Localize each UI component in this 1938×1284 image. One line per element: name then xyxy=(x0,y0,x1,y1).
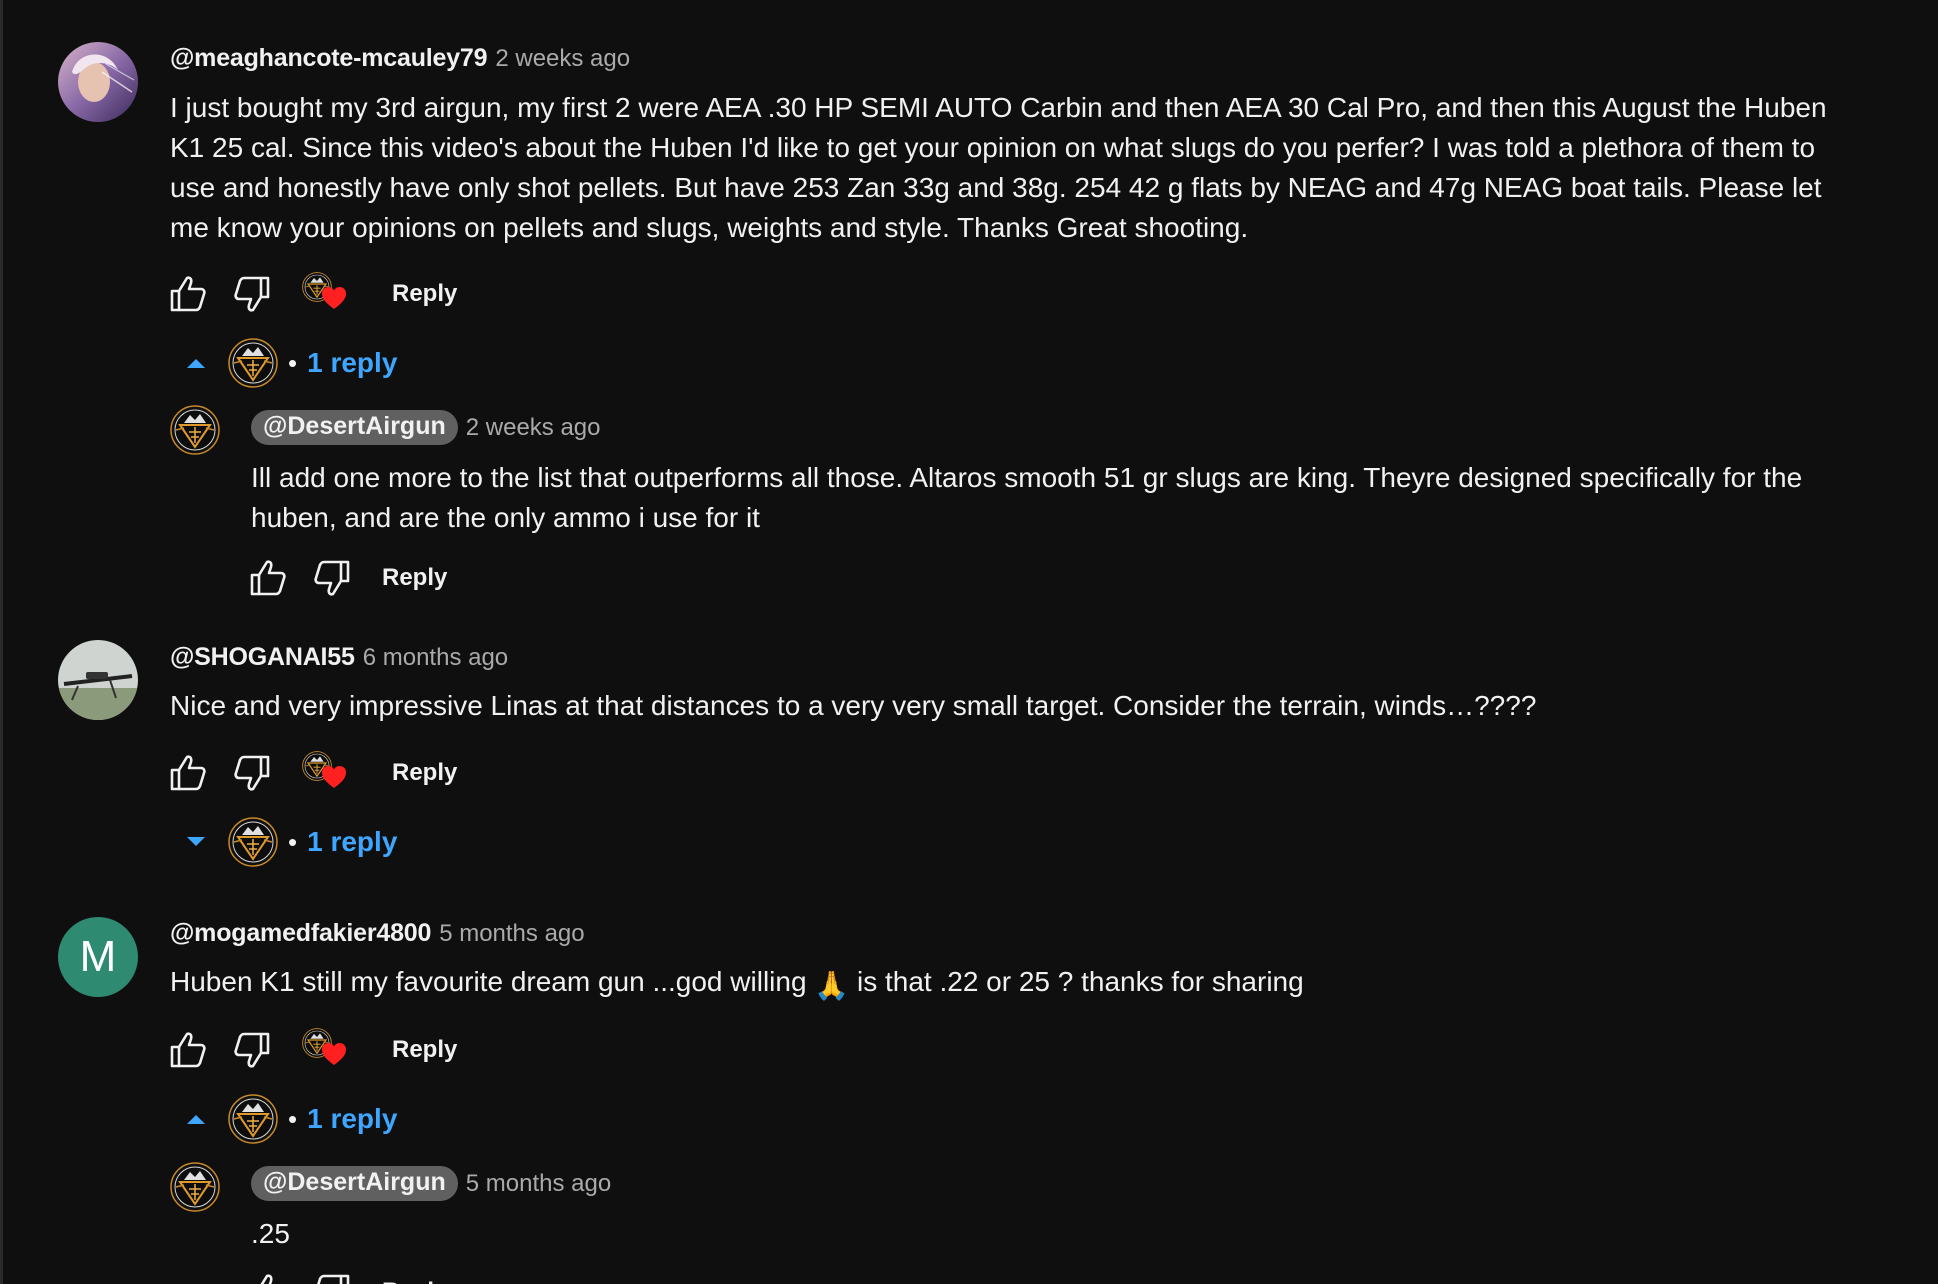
replies-toggle[interactable]: • 1 reply xyxy=(182,338,397,388)
comment-text: I just bought my 3rd airgun, my first 2 … xyxy=(170,92,1827,243)
comment-meta: @SHOGANAI55 6 months ago xyxy=(170,643,508,672)
creator-heart xyxy=(302,751,350,795)
thumbs-up-icon[interactable] xyxy=(168,1030,208,1070)
reply-meta: @DesertAirgun 2 weeks ago xyxy=(251,410,601,445)
comment-timestamp[interactable]: 6 months ago xyxy=(363,644,508,672)
reply-button[interactable]: Reply xyxy=(380,558,449,598)
avatar[interactable]: M xyxy=(58,917,138,997)
thumbs-up-icon[interactable] xyxy=(248,558,288,598)
folded-hands-icon: 🙏 xyxy=(814,970,850,1001)
avatar-letter: M xyxy=(79,932,117,981)
reply-avatar[interactable] xyxy=(170,405,220,455)
thumbs-down-icon[interactable] xyxy=(312,558,352,598)
reply-avatar[interactable] xyxy=(170,1162,220,1212)
thumbs-down-icon[interactable] xyxy=(232,274,272,314)
comment-author[interactable]: @meaghancote-mcauley79 xyxy=(170,44,488,73)
creator-avatar xyxy=(228,338,278,388)
comments-section: @meaghancote-mcauley79 2 weeks ago I jus… xyxy=(0,0,1938,1284)
reply-actions: Reply xyxy=(248,558,449,598)
reply-author[interactable]: @DesertAirgun xyxy=(251,410,458,445)
comment-text: Nice and very impressive Linas at that d… xyxy=(170,690,1537,721)
comment-actions: Reply xyxy=(168,1028,459,1072)
reply-meta: @DesertAirgun 5 months ago xyxy=(251,1166,611,1201)
replies-toggle[interactable]: • 1 reply xyxy=(182,1094,397,1144)
comment-actions: Reply xyxy=(168,751,459,795)
avatar[interactable] xyxy=(58,640,138,720)
creator-avatar xyxy=(228,1094,278,1144)
thumbs-down-icon[interactable] xyxy=(232,753,272,793)
thumbs-down-icon[interactable] xyxy=(312,1272,352,1284)
comment-author[interactable]: @mogamedfakier4800 xyxy=(170,919,431,948)
dot-separator: • xyxy=(288,827,298,857)
reply-button[interactable]: Reply xyxy=(380,1272,449,1284)
comment-timestamp[interactable]: 5 months ago xyxy=(439,920,584,948)
creator-heart xyxy=(302,1028,350,1072)
thumbs-up-icon[interactable] xyxy=(248,1272,288,1284)
chevron-up-icon xyxy=(182,349,210,377)
creator-heart xyxy=(302,272,350,316)
comment-text-part: Huben K1 still my favourite dream gun ..… xyxy=(170,966,815,997)
thumbs-up-icon[interactable] xyxy=(168,753,208,793)
reply-author[interactable]: @DesertAirgun xyxy=(251,1166,458,1201)
comment-timestamp[interactable]: 2 weeks ago xyxy=(495,45,630,73)
reply-text: .25 xyxy=(251,1218,290,1249)
comment-text-part: is that .22 or 25 ? thanks for sharing xyxy=(849,966,1304,997)
heart-icon xyxy=(320,284,348,312)
reply-button[interactable]: Reply xyxy=(390,274,459,314)
reply-button[interactable]: Reply xyxy=(390,753,459,793)
dot-separator: • xyxy=(288,348,298,378)
heart-icon xyxy=(320,763,348,791)
chevron-down-icon xyxy=(182,828,210,856)
reply-count[interactable]: 1 reply xyxy=(307,1103,397,1135)
reply-timestamp[interactable]: 2 weeks ago xyxy=(466,414,601,442)
replies-toggle[interactable]: • 1 reply xyxy=(182,817,397,867)
comment-text: Huben K1 still my favourite dream gun ..… xyxy=(170,962,1850,1006)
thumbs-up-icon[interactable] xyxy=(168,274,208,314)
reply-button[interactable]: Reply xyxy=(390,1030,459,1070)
reply-count[interactable]: 1 reply xyxy=(307,347,397,379)
comment-meta: @meaghancote-mcauley79 2 weeks ago xyxy=(170,44,630,73)
reply-actions: Reply xyxy=(248,1272,449,1284)
comment-actions: Reply xyxy=(168,272,459,316)
thumbs-down-icon[interactable] xyxy=(232,1030,272,1070)
dot-separator: • xyxy=(288,1104,298,1134)
reply-timestamp[interactable]: 5 months ago xyxy=(466,1170,611,1198)
left-divider xyxy=(0,0,3,1284)
creator-avatar xyxy=(228,817,278,867)
comment-author[interactable]: @SHOGANAI55 xyxy=(170,643,355,672)
avatar[interactable] xyxy=(58,42,138,122)
chevron-up-icon xyxy=(182,1105,210,1133)
reply-count[interactable]: 1 reply xyxy=(307,826,397,858)
comment-meta: @mogamedfakier4800 5 months ago xyxy=(170,919,585,948)
heart-icon xyxy=(320,1040,348,1068)
reply-text: Ill add one more to the list that outper… xyxy=(251,462,1803,533)
